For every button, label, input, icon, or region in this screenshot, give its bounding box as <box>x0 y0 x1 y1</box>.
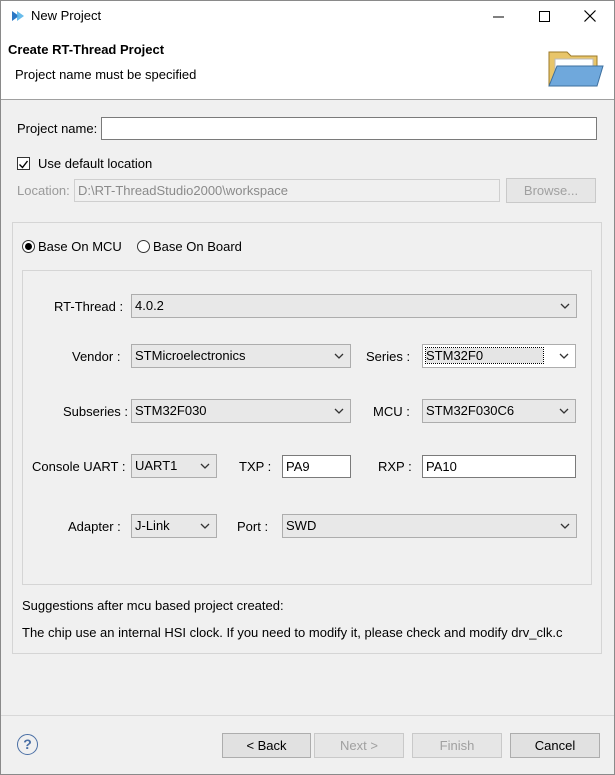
browse-button[interactable]: Browse... <box>506 178 596 203</box>
folder-icon <box>548 51 604 87</box>
port-label: Port : <box>237 519 269 534</box>
suggestions-heading: Suggestions after mcu based project crea… <box>22 598 284 613</box>
chevron-down-icon <box>200 523 210 529</box>
port-select[interactable]: SWD <box>282 514 577 538</box>
location-label: Location: <box>17 183 70 198</box>
chevron-down-icon <box>334 408 344 414</box>
subseries-select[interactable]: STM32F030 <box>131 399 351 423</box>
adapter-value: J-Link <box>135 518 170 533</box>
finish-button[interactable]: Finish <box>412 733 502 758</box>
base-on-board-radio[interactable] <box>137 240 150 253</box>
series-value: STM32F0 <box>424 347 545 364</box>
rtthread-version-value: 4.0.2 <box>135 298 164 313</box>
wizard-banner: Create RT-Thread Project Project name mu… <box>1 31 614 100</box>
cancel-button[interactable]: Cancel <box>510 733 600 758</box>
vendor-label: Vendor : <box>72 349 121 364</box>
base-on-board-label: Base On Board <box>153 239 242 254</box>
banner-message: Project name must be specified <box>15 67 197 82</box>
maximize-button[interactable] <box>521 1 567 31</box>
minimize-button[interactable] <box>475 1 521 31</box>
minimize-icon <box>492 16 504 17</box>
footer-divider <box>1 715 614 716</box>
subseries-value: STM32F030 <box>135 403 207 418</box>
adapter-select[interactable]: J-Link <box>131 514 217 538</box>
rxp-label: RXP : <box>378 459 412 474</box>
chevron-down-icon <box>559 353 569 359</box>
chevron-down-icon <box>560 303 570 309</box>
suggestions-text: The chip use an internal HSI clock. If y… <box>22 625 563 640</box>
rtthread-version-label: RT-Thread : <box>54 299 124 314</box>
next-button[interactable]: Next > <box>314 733 404 758</box>
series-label: Series : <box>366 349 411 364</box>
checkmark-icon <box>19 160 29 169</box>
rxp-input[interactable]: PA10 <box>422 455 576 478</box>
project-name-label: Project name: <box>17 121 98 136</box>
rtthread-version-select[interactable]: 4.0.2 <box>131 294 577 318</box>
mcu-value: STM32F030C6 <box>426 403 515 418</box>
maximize-icon <box>538 10 550 22</box>
close-icon <box>584 10 596 22</box>
vendor-value: STMicroelectronics <box>135 348 246 363</box>
base-on-mcu-radio[interactable] <box>22 240 35 253</box>
rt-thread-app-icon <box>12 11 24 21</box>
project-name-input[interactable] <box>101 117 597 140</box>
console-uart-label: Console UART : <box>32 459 126 474</box>
chevron-down-icon <box>560 523 570 529</box>
console-uart-value: UART1 <box>135 458 178 473</box>
use-default-location-label: Use default location <box>38 156 153 171</box>
close-button[interactable] <box>567 1 613 31</box>
vendor-select[interactable]: STMicroelectronics <box>131 344 351 368</box>
adapter-label: Adapter : <box>68 519 121 534</box>
chevron-down-icon <box>200 463 210 469</box>
new-project-dialog: New Project Create RT-Thread Project Pro… <box>0 0 615 775</box>
console-uart-select[interactable]: UART1 <box>131 454 217 478</box>
chevron-down-icon <box>559 408 569 414</box>
banner-title: Create RT-Thread Project <box>8 42 165 57</box>
port-value: SWD <box>286 518 317 533</box>
mcu-label: MCU : <box>373 404 410 419</box>
help-icon[interactable]: ? <box>17 734 38 755</box>
use-default-location-checkbox[interactable] <box>17 157 30 170</box>
chevron-down-icon <box>334 353 344 359</box>
window-title: New Project <box>31 8 102 23</box>
base-on-mcu-label: Base On MCU <box>38 239 122 254</box>
txp-label: TXP : <box>239 459 272 474</box>
mcu-select[interactable]: STM32F030C6 <box>422 399 576 423</box>
subseries-label: Subseries : <box>63 404 129 419</box>
back-button[interactable]: < Back <box>222 733 311 758</box>
title-bar: New Project <box>1 1 614 31</box>
location-input[interactable]: D:\RT-ThreadStudio2000\workspace <box>74 179 500 202</box>
txp-input[interactable]: PA9 <box>282 455 351 478</box>
series-select[interactable]: STM32F0 <box>422 344 576 368</box>
